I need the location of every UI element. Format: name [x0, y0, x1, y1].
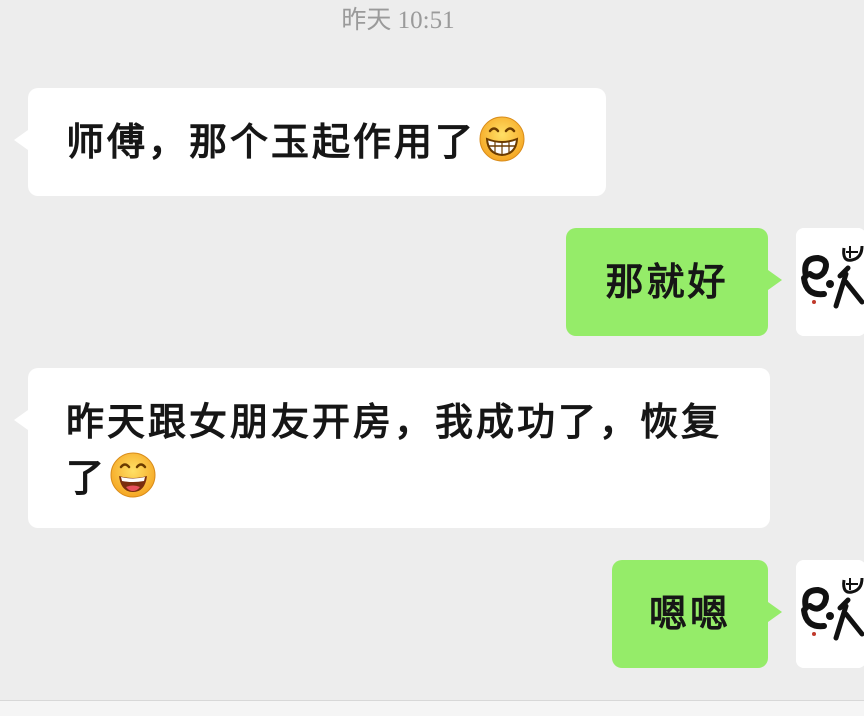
incoming-message-bubble[interactable]: 昨天跟女朋友开房，我成功了，恢复了 — [14, 368, 770, 528]
calligraphy-avatar-icon — [796, 228, 864, 336]
smiling-face-emoji-icon — [110, 452, 156, 498]
grinning-face-emoji-icon — [479, 116, 525, 162]
chat-timestamp: 昨天 10:51 — [341, 7, 455, 34]
outgoing-message-bubble[interactable]: 嗯嗯 — [612, 560, 782, 668]
outgoing-message-bubble[interactable]: 那就好 — [566, 228, 782, 336]
input-bar — [0, 701, 864, 716]
incoming-message-bubble[interactable]: 师傅，那个玉起作用了 — [14, 88, 606, 196]
message-text: 嗯嗯 — [648, 591, 731, 636]
message-text: 昨天跟女朋友开房，我成功了，恢复了 — [66, 399, 723, 500]
calligraphy-avatar-icon — [796, 560, 864, 668]
message-text: 师傅，那个玉起作用了 — [66, 119, 477, 164]
user-avatar[interactable] — [796, 228, 864, 336]
message-text: 那就好 — [605, 259, 729, 304]
user-avatar[interactable] — [796, 560, 864, 668]
